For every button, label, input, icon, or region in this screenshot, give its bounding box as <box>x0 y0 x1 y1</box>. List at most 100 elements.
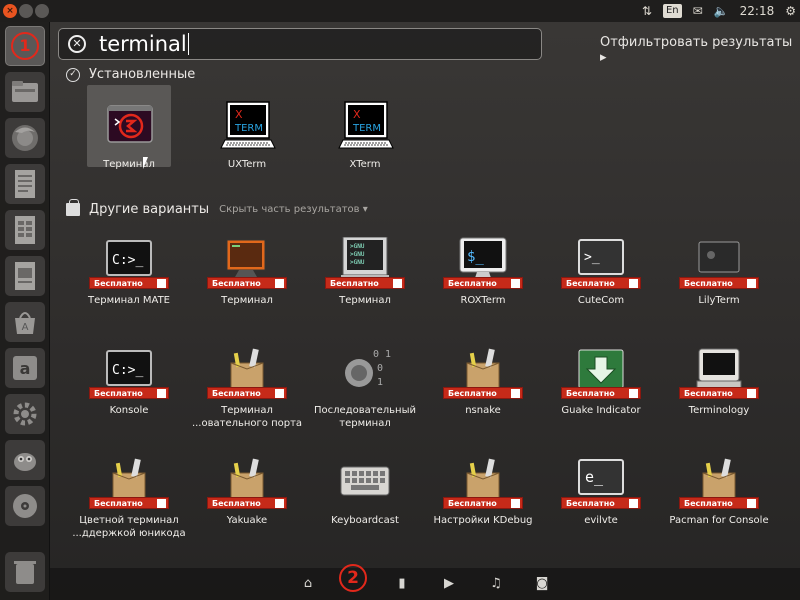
firefox-icon[interactable] <box>5 118 45 158</box>
result-tile[interactable]: >GNU >GNU >GNU Бесплатно Терминал <box>306 236 424 307</box>
result-tile[interactable]: >_ Бесплатно CuteCom <box>542 237 660 307</box>
package-icon: Бесплатно <box>89 457 169 511</box>
free-badge: Бесплатно <box>89 497 169 509</box>
software-center-icon[interactable]: A <box>5 302 45 342</box>
result-tile[interactable]: e_ Бесплатно evilvte <box>542 457 660 527</box>
lens-bar: ⌂ 2 ▮ ▶ ♫ ◙ <box>50 564 800 600</box>
check-icon: ✓ <box>66 67 80 82</box>
svg-text:1: 1 <box>377 377 383 388</box>
result-tile[interactable]: $_ Бесплатно ROXTerm <box>424 237 542 307</box>
package-icon: Бесплатно <box>679 457 759 511</box>
result-tile[interactable]: Бесплатно Терминал ...овательного порта <box>188 347 306 430</box>
result-label: Pacman for Console <box>669 515 769 526</box>
mail-icon[interactable]: ✉ <box>693 4 703 18</box>
dvd-icon[interactable] <box>5 486 45 526</box>
terminal-icon <box>97 101 161 155</box>
amazon-icon[interactable]: a <box>5 348 45 388</box>
result-tile[interactable]: Бесплатно Терминал <box>188 237 306 307</box>
result-label: UXTerm <box>227 159 267 170</box>
text-cursor <box>187 33 189 55</box>
free-badge: Бесплатно <box>443 497 523 509</box>
result-tile[interactable]: Бесплатно LilyTerm <box>660 237 778 307</box>
clock[interactable]: 22:18 <box>740 4 775 18</box>
keyboard-layout-indicator[interactable]: En <box>662 4 682 18</box>
result-tile[interactable]: Бесплатно nsnake <box>424 347 542 417</box>
guake-indicator-icon: Бесплатно <box>561 347 641 401</box>
trash-icon[interactable] <box>5 552 45 592</box>
svg-text:>_: >_ <box>584 250 600 265</box>
hide-results-link[interactable]: Скрыть часть результатов ▾ <box>219 204 368 215</box>
installed-category-header[interactable]: ✓ Установленные <box>66 67 195 82</box>
cutecom-icon: >_ Бесплатно <box>561 237 641 291</box>
music-lens-icon[interactable]: ♫ <box>488 576 504 592</box>
result-tile[interactable]: X TERM UXTerm <box>188 101 306 171</box>
volume-icon[interactable]: 🔈 <box>714 4 729 18</box>
result-tile[interactable]: Бесплатно Pacman for Console <box>660 457 778 527</box>
svg-text:>GNU: >GNU <box>350 243 365 250</box>
package-icon: Бесплатно <box>443 347 523 401</box>
result-tile[interactable]: X TERM XTerm <box>306 101 424 171</box>
evilvte-icon: e_ Бесплатно <box>561 457 641 511</box>
gimp-icon[interactable] <box>5 440 45 480</box>
svg-text:C:>_: C:>_ <box>112 253 143 268</box>
free-badge: Бесплатно <box>679 497 759 509</box>
search-box[interactable]: ✕ terminal <box>58 28 542 60</box>
annotation-two: 2 <box>339 564 367 592</box>
free-badge: Бесплатно <box>443 277 523 289</box>
uxterm-icon: X TERM <box>215 101 279 155</box>
photo-lens-icon[interactable]: ◙ <box>534 576 550 592</box>
other-category-title: Другие варианты <box>89 202 210 217</box>
maximize-button[interactable] <box>35 4 49 18</box>
free-badge: Бесплатно <box>207 387 287 399</box>
launcher: 1 A a <box>0 22 50 600</box>
svg-text:>GNU: >GNU <box>350 251 365 258</box>
calc-icon[interactable] <box>5 210 45 250</box>
video-lens-icon[interactable]: ▶ <box>441 576 457 592</box>
result-label: Guake Indicator <box>561 405 641 416</box>
free-badge: Бесплатно <box>561 497 641 509</box>
result-tile[interactable]: Терминал <box>70 101 188 171</box>
free-badge: Бесплатно <box>679 277 759 289</box>
svg-text:A: A <box>22 322 29 333</box>
svg-text:TERM: TERM <box>352 123 381 134</box>
dash-home-button[interactable]: 1 <box>5 26 45 66</box>
free-badge: Бесплатно <box>325 277 405 289</box>
filter-results-button[interactable]: Отфильтровать результаты ▸ <box>600 35 800 65</box>
result-label: ROXTerm <box>460 295 506 306</box>
result-tile[interactable]: Бесплатно Yakuake <box>188 457 306 527</box>
roxterm-icon: $_ Бесплатно <box>443 237 523 291</box>
svg-text:X: X <box>353 108 361 121</box>
result-tile[interactable]: 0 1 0 1 Последовательный терминал <box>306 347 424 430</box>
result-tile[interactable]: Keyboardcast <box>306 457 424 527</box>
package-icon: Бесплатно <box>207 457 287 511</box>
svg-text:C:>_: C:>_ <box>112 363 143 378</box>
settings-icon[interactable] <box>5 394 45 434</box>
result-label: Терминал ...овательного порта <box>191 405 303 429</box>
result-label: nsnake <box>465 405 501 416</box>
network-icon[interactable]: ⇅ <box>642 4 652 18</box>
free-badge: Бесплатно <box>561 387 641 399</box>
writer-icon[interactable] <box>5 164 45 204</box>
result-tile[interactable]: Бесплатно Terminology <box>660 347 778 417</box>
mouse-pointer-icon <box>143 157 148 169</box>
result-tile[interactable]: Бесплатно Настройки KDebug <box>424 457 542 527</box>
clear-search-icon[interactable]: ✕ <box>68 35 86 53</box>
free-badge: Бесплатно <box>561 277 641 289</box>
result-tile[interactable]: C:>_ Бесплатно Konsole <box>70 347 188 417</box>
result-label: Konsole <box>109 405 149 416</box>
close-button[interactable]: × <box>3 4 17 18</box>
result-label: Последовательный терминал <box>314 405 416 429</box>
result-tile[interactable]: C:>_ Бесплатно Терминал MATE <box>70 237 188 307</box>
files-icon[interactable] <box>5 72 45 112</box>
home-lens-icon[interactable]: ⌂ <box>300 576 316 592</box>
result-label: Терминал <box>103 159 155 170</box>
result-tile[interactable]: Бесплатно Guake Indicator <box>542 347 660 417</box>
files-lens-icon[interactable]: ▮ <box>394 576 410 592</box>
minimize-button[interactable] <box>19 4 33 18</box>
result-tile[interactable]: Бесплатно Цветной терминал ...ддержкой ю… <box>70 457 188 540</box>
search-input[interactable]: terminal <box>99 32 187 56</box>
impress-icon[interactable] <box>5 256 45 296</box>
top-panel: × ⇅ En ✉ 🔈 22:18 ⚙ <box>0 0 800 22</box>
gear-icon[interactable]: ⚙ <box>785 4 796 18</box>
other-category-header[interactable]: Другие варианты Скрыть часть результатов… <box>66 199 368 217</box>
